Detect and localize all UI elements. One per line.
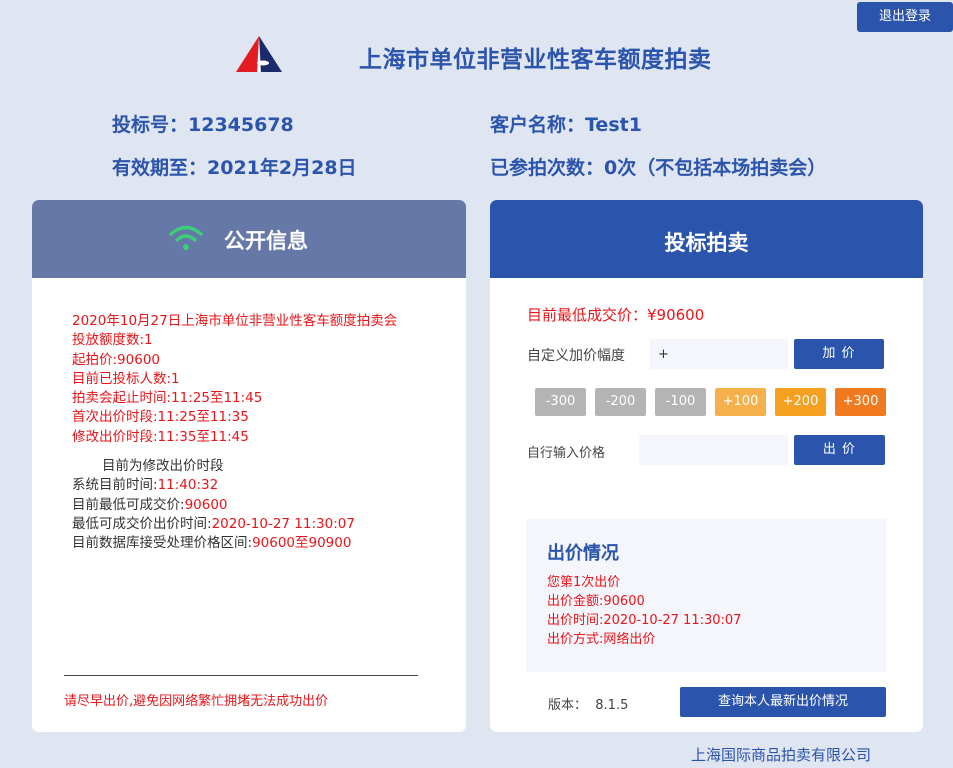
manual-price-label: 自行输入价格 bbox=[527, 446, 606, 461]
public-info-panel: 公开信息 2020年10月27日上海市单位非营业性客车额度拍卖会 投放额度数:1… bbox=[32, 200, 466, 732]
lowest-price-time-label: 最低可成交价出价时间: bbox=[72, 515, 212, 532]
quota: 投放额度数:1 bbox=[72, 332, 153, 349]
bid-method: 出价方式:网络出价 bbox=[547, 632, 656, 647]
system-time: 系统目前时间:11:40:32 bbox=[72, 476, 355, 495]
bidder-count: 目前已投标人数:1 bbox=[72, 370, 180, 387]
first-bid-period: 首次出价时段:11:25至11:35 bbox=[72, 409, 249, 426]
lowest-price-label: 目前最低可成交价: bbox=[72, 496, 185, 513]
network-notice: 请尽早出价,避免因网络繁忙拥堵无法成功出价 bbox=[64, 694, 329, 709]
bid-number: 投标号：12345678 bbox=[112, 114, 294, 136]
bid-amount: 出价金额:90600 bbox=[547, 594, 645, 609]
manual-price-input[interactable] bbox=[639, 435, 788, 465]
valid-until: 有效期至：2021年2月28日 bbox=[112, 157, 357, 179]
add-price-button[interactable]: 加 价 bbox=[794, 339, 884, 369]
lowest-price: 目前最低可成交价:90600 bbox=[72, 496, 355, 515]
logout-button[interactable]: 退出登录 bbox=[857, 2, 953, 32]
increase-100-button[interactable]: +100 bbox=[715, 388, 766, 416]
bid-count: 您第1次出价 bbox=[547, 575, 621, 590]
modify-bid-period: 修改出价时段:11:35至11:45 bbox=[72, 428, 249, 445]
wifi-icon bbox=[169, 225, 203, 250]
custom-increase-label: 自定义加价幅度 bbox=[527, 348, 625, 364]
custom-increase-input[interactable] bbox=[650, 339, 788, 369]
company-logo bbox=[236, 36, 282, 72]
system-time-value: 11:40:32 bbox=[157, 477, 219, 494]
bid-panel-title: 投标拍卖 bbox=[664, 231, 749, 255]
auction-time: 拍卖会起止时间:11:25至11:45 bbox=[72, 390, 263, 407]
increase-200-button[interactable]: +200 bbox=[775, 388, 826, 416]
query-latest-bid-button[interactable]: 查询本人最新出价情况 bbox=[680, 687, 886, 717]
submit-bid-button[interactable]: 出 价 bbox=[794, 435, 885, 465]
public-info-title: 公开信息 bbox=[224, 229, 308, 253]
lowest-deal-price: 目前最低成交价：¥90600 bbox=[527, 306, 705, 324]
lowest-price-time: 最低可成交价出价时间:2020-10-27 11:30:07 bbox=[72, 515, 355, 534]
price-range: 目前数据库接受处理价格区间:90600至90900 bbox=[72, 534, 355, 553]
bid-panel: 投标拍卖 目前最低成交价：¥90600 自定义加价幅度 加 价 -300 -20… bbox=[490, 200, 923, 732]
auction-name: 2020年10月27日上海市单位非营业性客车额度拍卖会 bbox=[72, 313, 398, 329]
participation-count: 已参拍次数：0次（不包括本场拍卖会） bbox=[490, 157, 827, 179]
lowest-price-value: 90600 bbox=[184, 496, 228, 513]
bid-panel-header: 投标拍卖 bbox=[490, 200, 923, 278]
company-name-footer: 上海国际商品拍卖有限公司 bbox=[691, 746, 872, 764]
bid-status-box: 出价情况 您第1次出价 出价金额:90600 出价时间:2020-10-27 1… bbox=[526, 519, 886, 672]
start-price: 起拍价:90600 bbox=[72, 351, 160, 368]
divider bbox=[64, 675, 418, 676]
version-label: 版本： 8.1.5 bbox=[548, 698, 629, 713]
page-title: 上海市单位非营业性客车额度拍卖 bbox=[359, 47, 712, 73]
lowest-price-time-value: 2020-10-27 11:30:07 bbox=[211, 515, 355, 532]
bid-status-details: 您第1次出价 出价金额:90600 出价时间:2020-10-27 11:30:… bbox=[547, 573, 741, 649]
public-info-header: 公开信息 bbox=[32, 200, 466, 278]
decrease-100-button[interactable]: -100 bbox=[655, 388, 706, 416]
system-status-list: 目前为修改出价时段 系统目前时间:11:40:32 目前最低可成交价:90600… bbox=[72, 457, 355, 553]
current-phase: 目前为修改出价时段 bbox=[102, 458, 224, 474]
customer-name: 客户名称：Test1 bbox=[490, 114, 642, 136]
decrease-200-button[interactable]: -200 bbox=[595, 388, 646, 416]
bid-time: 出价时间:2020-10-27 11:30:07 bbox=[547, 613, 742, 628]
price-range-value: 90600至90900 bbox=[252, 535, 352, 552]
increase-300-button[interactable]: +300 bbox=[835, 388, 886, 416]
price-range-label: 目前数据库接受处理价格区间: bbox=[72, 535, 253, 552]
auction-info-list: 2020年10月27日上海市单位非营业性客车额度拍卖会 投放额度数:1 起拍价:… bbox=[72, 312, 397, 447]
decrease-300-button[interactable]: -300 bbox=[535, 388, 586, 416]
system-time-label: 系统目前时间: bbox=[72, 477, 158, 494]
bid-status-title: 出价情况 bbox=[547, 543, 619, 564]
